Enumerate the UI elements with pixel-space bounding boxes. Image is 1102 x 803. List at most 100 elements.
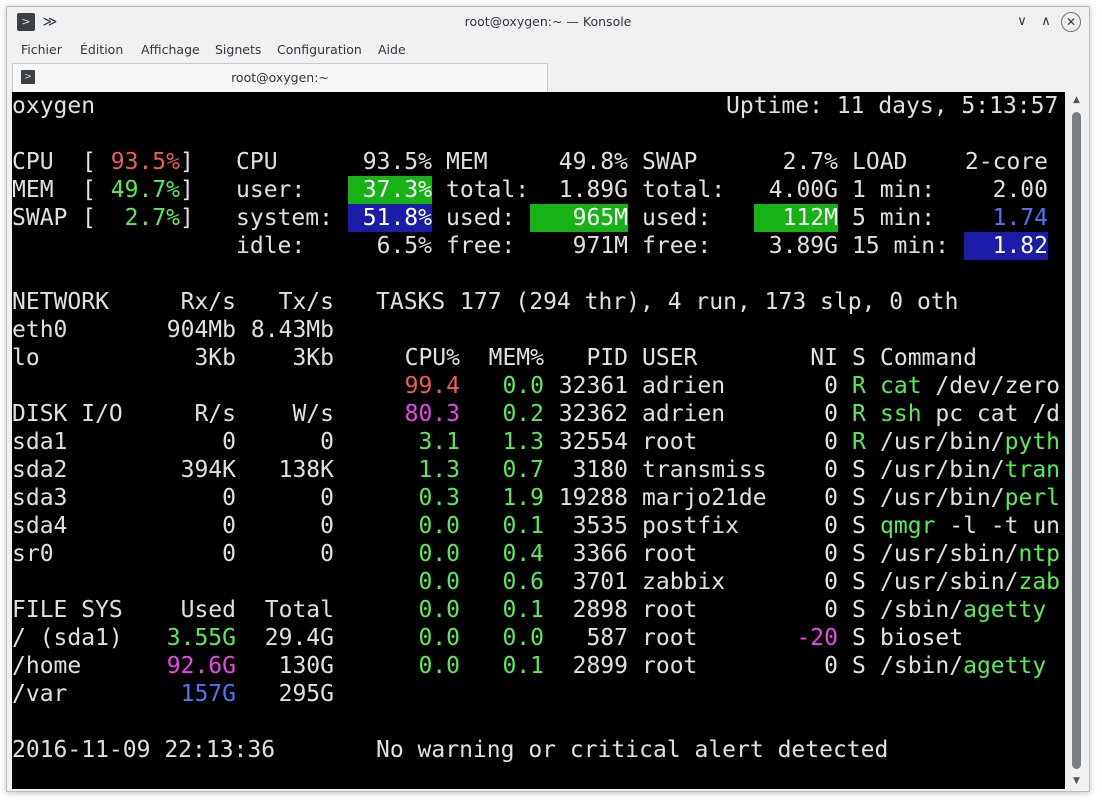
swap-used-value: 112M — [754, 204, 838, 232]
process-cpu: 80.3 — [404, 401, 460, 427]
diskio-disk: sda2 — [12, 457, 68, 483]
fs-mount: /var — [12, 681, 68, 707]
mem-percent: 49.8% — [558, 149, 628, 175]
cpu-user-value: 37.3% — [348, 176, 432, 204]
tasks-title: TASKS — [376, 289, 446, 315]
mem-free-label: free: — [446, 233, 516, 259]
fs-mount: / (sda1) — [12, 625, 123, 651]
proc-header-ni[interactable]: NI — [782, 344, 838, 372]
load-15min-label: 15 min: — [852, 233, 949, 259]
process-state: S — [852, 485, 866, 511]
process-pid: 32362 — [558, 401, 628, 427]
cpu-system-label: system: — [236, 205, 333, 231]
menu-bar: Fichier Édition Affichage Signets Config… — [7, 39, 1089, 61]
diskio-disk: sda4 — [12, 513, 68, 539]
process-user: postfix — [642, 513, 739, 539]
process-cpu: 0.0 — [418, 625, 460, 651]
cpu-total: 93.5% — [362, 149, 432, 175]
process-user: root — [642, 597, 698, 623]
network-rx: 904Mb — [166, 317, 236, 343]
title-bar[interactable]: > ≫ root@oxygen:~ — Konsole ∨ ∧ ✕ — [7, 7, 1089, 37]
process-user: zabbix — [642, 569, 726, 595]
network-tx-header: Tx/s — [278, 289, 334, 315]
proc-header-command[interactable]: Command — [880, 344, 977, 372]
command-name: agetty — [963, 597, 1047, 623]
hostname: oxygen — [12, 93, 96, 119]
fs-used: 157G — [180, 681, 236, 707]
process-command: /usr/bin/tran — [880, 456, 1060, 484]
load-title: LOAD — [852, 149, 908, 175]
process-ni: 0 — [824, 401, 838, 427]
terminal-view[interactable]: oxygen Uptime: 11 days, 5:13:57 CPU [ 93… — [12, 92, 1065, 789]
proc-header-s[interactable]: S — [852, 344, 866, 372]
datetime: 2016-11-09 22:13:36 — [12, 737, 276, 763]
scroll-up-arrow-icon[interactable]: ▲ — [1068, 92, 1085, 108]
swap-title: SWAP — [642, 149, 698, 175]
minimize-button[interactable]: ∨ — [1013, 13, 1031, 31]
tasks-summary: 177 (294 thr), 4 run, 173 slp, 0 oth — [460, 289, 959, 315]
network-tx: 3Kb — [292, 345, 334, 371]
diskio-r: 0 — [222, 429, 236, 455]
fs-used: 3.55G — [166, 625, 236, 651]
proc-header-mem[interactable]: MEM% — [474, 344, 544, 372]
load-5min-value: 1.74 — [992, 205, 1048, 231]
process-command: /usr/sbin/zab — [880, 568, 1060, 596]
tab-root-oxygen[interactable]: > root@oxygen:~ — [12, 63, 548, 92]
process-command: /sbin/agetty — [880, 652, 1046, 680]
quicklook-bracket: ] — [180, 205, 194, 231]
process-command: bioset — [880, 624, 963, 652]
window-title: root@oxygen:~ — Konsole — [464, 14, 632, 29]
diskio-w: 0 — [320, 485, 334, 511]
menu-aide[interactable]: Aide — [378, 42, 406, 57]
menu-edition[interactable]: Édition — [80, 42, 123, 57]
network-iface: eth0 — [12, 317, 68, 343]
process-user: root — [642, 625, 698, 651]
scroll-down-arrow-icon[interactable]: ▼ — [1068, 773, 1085, 789]
process-cpu: 0.0 — [418, 541, 460, 567]
diskio-disk: sda1 — [12, 429, 68, 455]
konsole-window: > ≫ root@oxygen:~ — Konsole ∨ ∧ ✕ Fichie… — [6, 6, 1090, 792]
proc-header-pid[interactable]: PID — [558, 344, 628, 372]
process-ni: -20 — [796, 625, 838, 651]
diskio-r: 394K — [180, 457, 236, 483]
proc-header-user[interactable]: USER — [642, 344, 697, 372]
alert-status: No warning or critical alert detected — [376, 737, 889, 763]
fs-used: 92.6G — [166, 653, 236, 679]
fs-title: FILE SYS — [12, 597, 123, 623]
command-prefix: /usr/sbin/ — [880, 541, 1019, 567]
network-rx: 3Kb — [194, 345, 236, 371]
menu-configuration[interactable]: Configuration — [277, 42, 362, 57]
process-state: S — [852, 513, 866, 539]
load-1min-value: 2.00 — [992, 177, 1048, 203]
close-button[interactable]: ✕ — [1061, 12, 1081, 32]
process-pid: 32361 — [558, 373, 628, 399]
load-1min-label: 1 min: — [852, 177, 936, 203]
command-name: perl — [1004, 485, 1061, 511]
proc-header-cpu[interactable]: CPU% — [390, 344, 460, 372]
menu-affichage[interactable]: Affichage — [141, 42, 200, 57]
fs-total-header: Total — [264, 597, 334, 623]
command-prefix: /usr/bin/ — [880, 457, 1005, 483]
menu-fichier[interactable]: Fichier — [21, 42, 62, 57]
process-command: cat /dev/zero — [880, 372, 1060, 400]
process-ni: 0 — [824, 653, 838, 679]
diskio-disk: sr0 — [12, 541, 54, 567]
process-pid: 3366 — [572, 541, 628, 567]
process-cpu: 0.0 — [418, 597, 460, 623]
quicklook-swap-value: 2.7% — [124, 205, 180, 231]
process-command: qmgr -l -t un — [880, 512, 1060, 540]
process-pid: 587 — [586, 625, 628, 651]
maximize-button[interactable]: ∧ — [1037, 13, 1055, 31]
process-mem: 0.1 — [502, 597, 544, 623]
swap-percent: 2.7% — [782, 149, 838, 175]
terminal-scrollbar[interactable]: ▲ ▼ — [1068, 92, 1085, 789]
command-name: agetty — [963, 653, 1047, 679]
scroll-thumb[interactable] — [1072, 112, 1081, 769]
diskio-w: 0 — [320, 429, 334, 455]
process-command: /usr/bin/pyth — [880, 428, 1060, 456]
fs-total: 29.4G — [264, 625, 334, 651]
command-name: zab — [1018, 569, 1061, 595]
diskio-r-header: R/s — [194, 401, 236, 427]
menu-signets[interactable]: Signets — [215, 42, 261, 57]
process-user: root — [642, 541, 698, 567]
